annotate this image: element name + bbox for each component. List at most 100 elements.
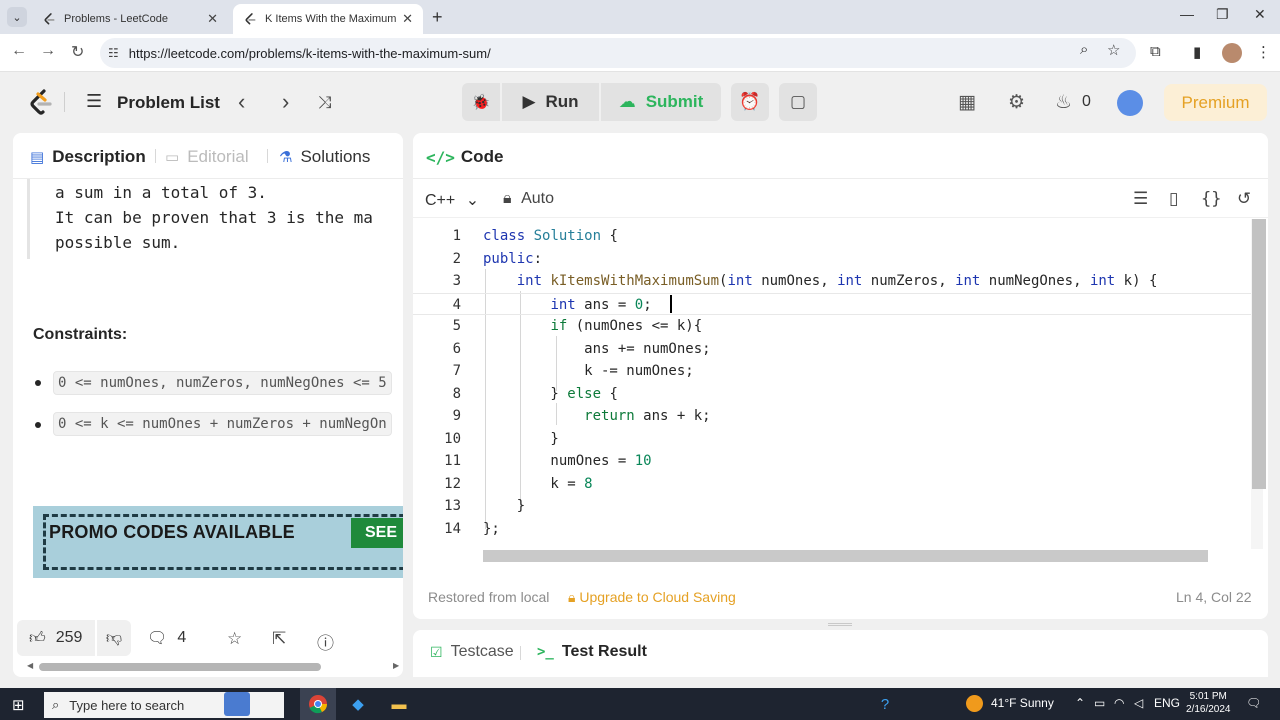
editor-vertical-scrollbar[interactable] [1251,219,1266,549]
close-tab-icon[interactable]: ✕ [402,11,413,27]
format-lines-icon[interactable]: ☰ [1133,189,1148,209]
timer-alarm-icon[interactable]: ⏰ [731,83,769,121]
code-tab[interactable]: </> Code [426,147,503,167]
code-line[interactable]: 4 int ans = 0; [413,292,1251,315]
wifi-icon[interactable]: ◠ [1114,696,1124,710]
code-line[interactable]: 3 int kItemsWithMaximumSum(int numOnes, … [413,270,1251,292]
leetcode-logo-icon[interactable] [28,88,54,116]
auto-mode[interactable]: 🔒︎ Auto [503,190,554,208]
weather-text[interactable]: 41°F Sunny [991,696,1054,710]
code-line[interactable]: 1 class Solution { [413,225,1251,247]
code-line[interactable]: 11 numOnes = 10 [413,450,1251,472]
tab-solutions[interactable]: ⚗ Solutions [279,147,370,167]
code-line[interactable]: 6 ans += numOnes; [413,338,1251,360]
braces-icon[interactable]: {} [1201,189,1221,209]
site-info-icon[interactable]: ☷ [108,46,119,60]
taskbar-clock[interactable]: 5:01 PM 2/16/2024 [1186,690,1231,716]
reset-undo-icon[interactable]: ↺ [1237,189,1251,209]
minimize-icon[interactable]: — [1180,6,1194,22]
tab-search-icon[interactable]: ⌄ [7,7,27,27]
shuffle-icon[interactable]: ⤨ [318,93,332,113]
close-window-icon[interactable]: ✕ [1254,6,1266,23]
problem-list-icon[interactable]: ☰ [86,91,102,112]
code-line[interactable]: 5 if (numOnes <= k){ [413,315,1251,337]
code-line[interactable]: 14}; [413,518,1251,540]
constraint-item: 0 <= numOnes, numZeros, numNegOnes <= 5 [53,371,392,395]
user-avatar[interactable] [1117,90,1143,116]
debug-bug-icon[interactable]: 🐞 [462,83,500,121]
streak-fire-icon[interactable]: ♨ [1055,91,1072,114]
settings-gear-icon[interactable]: ⚙ [1008,91,1025,114]
input-language[interactable]: ENG [1154,696,1180,710]
language-select[interactable]: C++ ⌄ [425,190,479,210]
code-line[interactable]: 8 } else { [413,383,1251,405]
file-explorer-icon[interactable]: ▬ [386,692,412,716]
submit-button[interactable]: ☁ Submit [601,83,721,121]
news-widget-icon[interactable] [224,692,250,716]
like-button[interactable]: 👍︎ 259 [17,620,95,656]
code-line[interactable]: 12 k = 8 [413,473,1251,495]
code-line[interactable]: 9 return ans + k; [413,405,1251,427]
scrollbar-thumb[interactable] [39,663,321,671]
scrollbar-thumb[interactable] [1252,219,1266,489]
close-tab-icon[interactable]: ✕ [207,11,218,27]
promo-see-button[interactable]: SEE [351,518,403,548]
promo-banner[interactable]: PROMO CODES AVAILABLE SEE [33,506,403,578]
scroll-left-icon[interactable]: ◀ [27,661,33,670]
code-editor[interactable]: 1 class Solution {2 public: 3 int kItemsWit… [413,225,1251,550]
code-line[interactable]: 7 k -= numOnes; [413,360,1251,382]
play-icon: ▶ [522,92,536,111]
code-line[interactable]: 13 } [413,495,1251,517]
notes-icon[interactable]: ▢ [779,83,817,121]
tab-description[interactable]: ▤ Description [30,147,146,167]
help-question-icon[interactable]: ⓘ [317,629,334,654]
layout-grid-icon[interactable]: ▦ [958,91,976,114]
prev-problem-icon[interactable]: ‹ [238,89,245,115]
side-panel-icon[interactable]: ▮ [1193,43,1201,61]
tab-test-result[interactable]: >_ Test Result [537,643,647,661]
tab-label: Solutions [300,147,371,166]
volume-icon[interactable]: ◁ [1134,696,1143,710]
restore-window-icon[interactable]: ❐ [1216,6,1229,23]
tab-testcase[interactable]: ☑ Testcase [430,643,514,661]
favorite-star-icon[interactable]: ☆ [227,629,242,649]
windows-start-icon[interactable]: ⊞ [12,696,25,714]
horizontal-scrollbar[interactable]: ◀ ▶ [27,661,402,673]
profile-avatar[interactable] [1222,43,1242,63]
zoom-search-icon[interactable]: ⌕ [1080,41,1088,58]
next-problem-icon[interactable]: › [282,89,289,115]
scroll-right-icon[interactable]: ▶ [393,661,399,670]
editor-status-bar: Restored from local 🔒︎ Upgrade to Cloud … [413,585,1268,613]
bookmark-icon[interactable]: ▯ [1169,189,1178,209]
panel-resize-handle[interactable] [828,623,852,626]
extensions-icon[interactable]: ⧉ [1150,43,1161,60]
bookmark-star-icon[interactable]: ☆ [1107,41,1120,59]
reload-icon[interactable]: ↻ [71,42,84,62]
share-icon[interactable]: ⇱ [272,629,286,649]
tray-chevron-icon[interactable]: ⌃ [1075,696,1085,710]
code-line[interactable]: 10 } [413,428,1251,450]
weather-sun-icon[interactable] [966,695,983,712]
browser-tab-problems[interactable]: Problems - LeetCode ✕ [32,4,228,34]
problem-list-link[interactable]: Problem List [117,93,220,113]
back-arrow-icon[interactable]: ← [11,42,27,60]
forward-arrow-icon[interactable]: → [40,42,56,60]
chrome-icon[interactable] [305,692,331,716]
premium-button[interactable]: Premium [1164,84,1267,121]
notifications-icon[interactable]: 🗨︎ [1246,696,1261,710]
browser-menu-icon[interactable]: ⋮ [1256,43,1271,61]
upgrade-cloud-link[interactable]: 🔒︎ Upgrade to Cloud Saving [568,589,736,606]
new-tab-icon[interactable]: + [432,7,443,28]
browser-tab-k-items[interactable]: K Items With the Maximum Sum ✕ [233,4,423,34]
dislike-button[interactable]: 👎︎ [97,620,131,656]
battery-icon[interactable]: ▭ [1094,696,1105,710]
help-icon[interactable]: ? [872,692,898,716]
comments-button[interactable]: 🗨︎ 4 [147,620,186,656]
example-explanation: a sum in a total of 3. It can be proven … [27,179,403,259]
run-button[interactable]: ▶ Run [502,83,599,121]
tab-editorial[interactable]: ▭ Editorial [165,147,249,167]
code-line[interactable]: 2 public: [413,248,1251,270]
editor-horizontal-scrollbar[interactable] [483,550,1208,562]
vscode-icon[interactable]: ◆ [345,692,371,716]
address-bar[interactable]: ☷ https://leetcode.com/problems/k-items-… [100,38,1136,68]
